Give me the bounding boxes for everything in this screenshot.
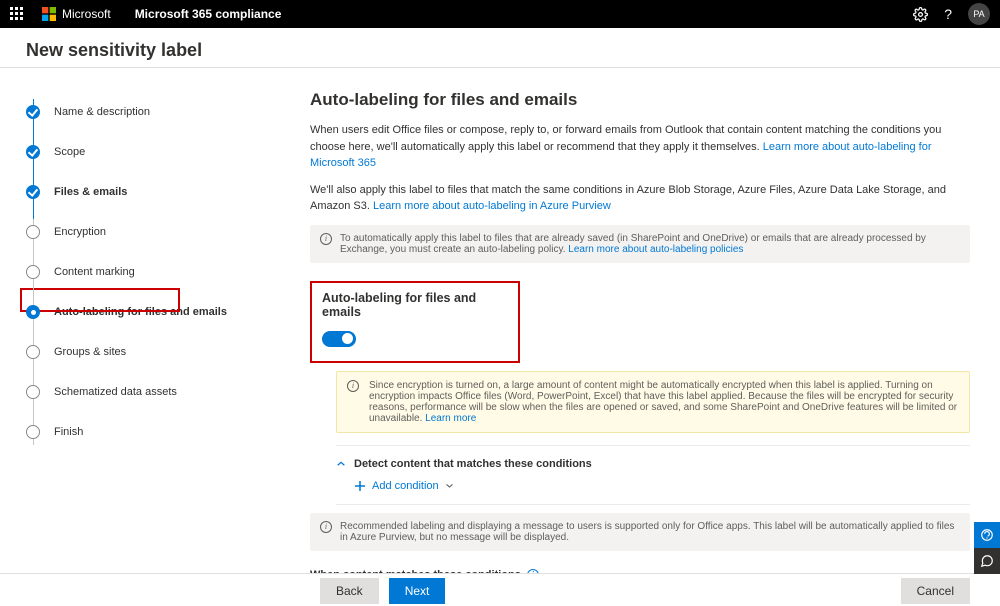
page-header: New sensitivity label [0, 28, 1000, 67]
link-learn-encryption[interactable]: Learn more [425, 413, 476, 424]
help-icon[interactable]: ? [944, 6, 952, 22]
step-schematized-data-assets[interactable]: Schematized data assets [26, 372, 288, 412]
chevron-up-icon [336, 459, 346, 469]
divider [336, 445, 970, 446]
floating-actions [974, 522, 1000, 574]
info-icon: i [347, 380, 359, 392]
step-content-marking[interactable]: Content marking [26, 252, 288, 292]
step-dot [26, 265, 40, 279]
footer: Back Next Cancel [0, 573, 1000, 606]
step-dot [26, 345, 40, 359]
step-dot [26, 425, 40, 439]
sidebar-stepper: Name & description Scope Files & emails Enc… [0, 68, 300, 573]
plus-icon [354, 480, 366, 492]
info-recommended-labeling: i Recommended labeling and displaying a … [310, 513, 970, 551]
step-dot [26, 185, 40, 199]
chevron-down-icon [445, 481, 454, 490]
back-button[interactable]: Back [320, 578, 379, 604]
app-name: Microsoft 365 compliance [135, 7, 282, 21]
step-files-emails[interactable]: Files & emails [26, 172, 288, 212]
ms-logo: Microsoft [42, 7, 111, 21]
step-encryption[interactable]: Encryption [26, 212, 288, 252]
content: Auto-labeling for files and emails When … [300, 68, 1000, 573]
toggle-title: Auto-labeling for files and emails [322, 291, 508, 319]
step-label: Encryption [54, 226, 106, 238]
step-auto-labeling-for-files-and-emails[interactable]: Auto-labeling for files and emails [26, 292, 288, 332]
app-launcher-icon[interactable] [10, 7, 24, 21]
step-label: Name & description [54, 106, 150, 118]
brand-text: Microsoft [62, 7, 111, 21]
step-groups-sites[interactable]: Groups & sites [26, 332, 288, 372]
chat-icon[interactable] [974, 548, 1000, 574]
step-label: Files & emails [54, 186, 127, 198]
next-button[interactable]: Next [389, 578, 446, 604]
auto-labeling-toggle-section: Auto-labeling for files and emails [310, 281, 520, 363]
step-label: Schematized data assets [54, 386, 177, 398]
cancel-button[interactable]: Cancel [901, 578, 970, 604]
topbar: Microsoft Microsoft 365 compliance ? PA [0, 0, 1000, 28]
step-dot [26, 145, 40, 159]
gear-icon[interactable] [913, 7, 928, 22]
link-learn-purview[interactable]: Learn more about auto-labeling in Azure … [373, 200, 611, 212]
intro-paragraph-1: When users edit Office files or compose,… [310, 122, 970, 172]
step-scope[interactable]: Scope [26, 132, 288, 172]
info-icon: i [320, 233, 332, 245]
add-condition-button[interactable]: Add condition [354, 480, 970, 492]
expander-title: Detect content that matches these condit… [354, 458, 592, 470]
info-icon: i [320, 521, 332, 533]
step-dot [26, 105, 40, 119]
auto-labeling-toggle[interactable] [322, 331, 356, 347]
link-learn-policies[interactable]: Learn more about auto-labeling policies [568, 244, 743, 255]
step-label: Groups & sites [54, 346, 126, 358]
encryption-warning: i Since encryption is turned on, a large… [336, 371, 970, 433]
step-label: Content marking [54, 266, 135, 278]
conditions-expander[interactable]: Detect content that matches these condit… [336, 452, 970, 476]
feedback-icon[interactable] [974, 522, 1000, 548]
step-label: Auto-labeling for files and emails [54, 306, 227, 318]
page-title: New sensitivity label [26, 40, 974, 61]
step-dot [26, 305, 40, 319]
step-label: Scope [54, 146, 85, 158]
info-saved-files: i To automatically apply this label to f… [310, 225, 970, 263]
main: Name & description Scope Files & emails Enc… [0, 67, 1000, 573]
step-dot [26, 225, 40, 239]
avatar[interactable]: PA [968, 3, 990, 25]
step-name-description[interactable]: Name & description [26, 92, 288, 132]
when-conditions-label: When content matches these conditions i [310, 569, 970, 574]
step-finish[interactable]: Finish [26, 412, 288, 452]
info-icon[interactable]: i [527, 569, 539, 574]
step-label: Finish [54, 426, 83, 438]
intro-paragraph-2: We'll also apply this label to files tha… [310, 182, 970, 215]
step-dot [26, 385, 40, 399]
content-heading: Auto-labeling for files and emails [310, 90, 970, 110]
divider [336, 504, 970, 505]
